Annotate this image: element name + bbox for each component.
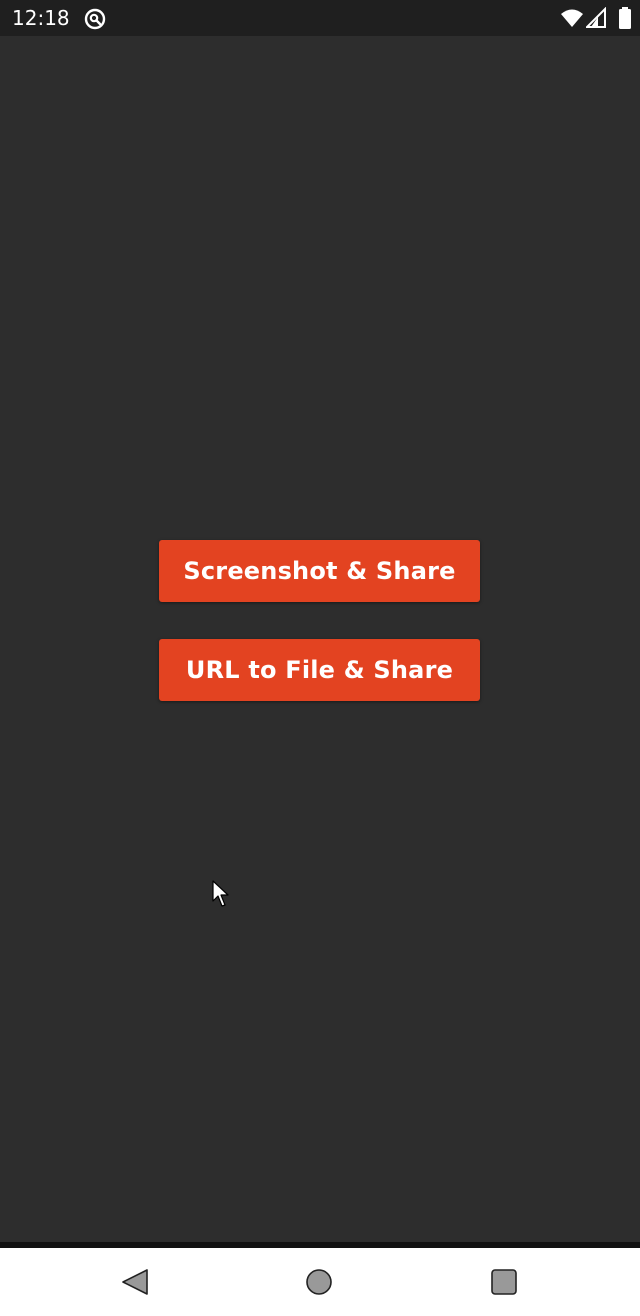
url-to-file-share-button[interactable]: URL to File & Share bbox=[159, 639, 480, 701]
vpn-key-icon bbox=[84, 8, 106, 30]
status-bar: 12:18 bbox=[0, 0, 640, 36]
status-time: 12:18 bbox=[12, 6, 70, 30]
cell-signal-icon bbox=[586, 7, 606, 28]
home-button[interactable] bbox=[299, 1262, 339, 1302]
battery-icon bbox=[619, 7, 631, 29]
home-circle-icon bbox=[306, 1269, 332, 1295]
main-content: Screenshot & Share URL to File & Share bbox=[0, 36, 640, 1242]
recents-button[interactable] bbox=[484, 1262, 524, 1302]
navigation-bar bbox=[0, 1248, 640, 1316]
wifi-icon bbox=[561, 9, 583, 27]
recents-square-icon bbox=[491, 1269, 517, 1295]
mouse-cursor-icon bbox=[212, 880, 229, 907]
back-button[interactable] bbox=[115, 1262, 155, 1302]
back-triangle-icon bbox=[122, 1269, 148, 1295]
screenshot-share-button[interactable]: Screenshot & Share bbox=[159, 540, 480, 602]
